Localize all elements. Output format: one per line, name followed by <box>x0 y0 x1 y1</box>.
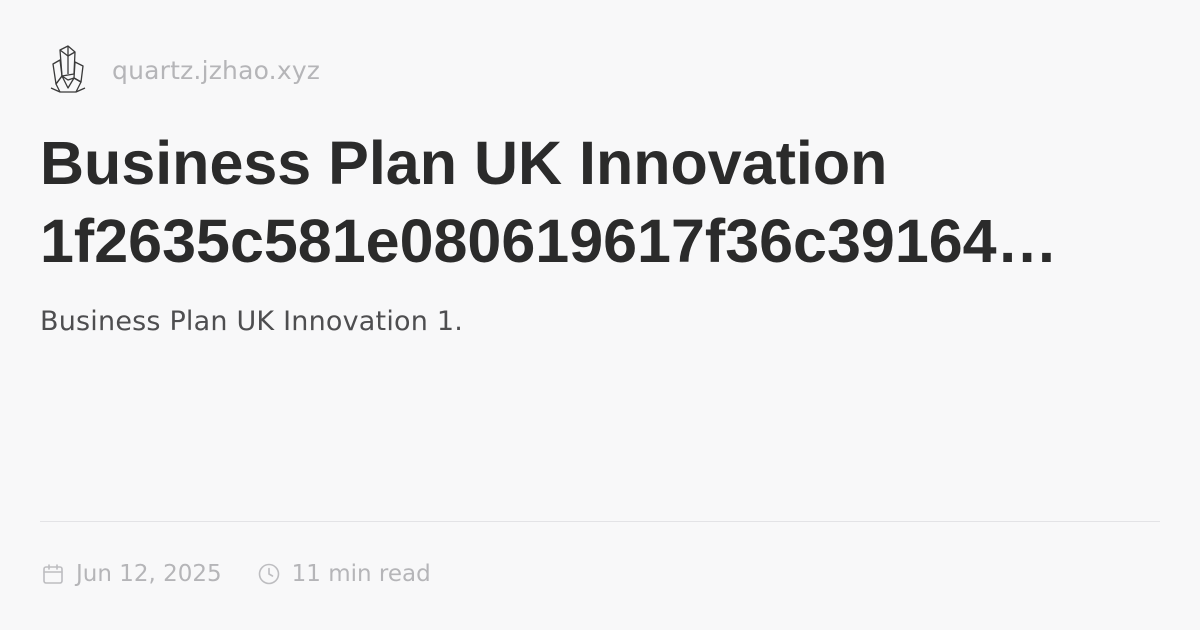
reading-time-item: 11 min read <box>256 561 431 587</box>
site-header: quartz.jzhao.xyz <box>46 40 320 100</box>
page-meta: Jun 12, 2025 11 min read <box>40 556 465 592</box>
page-title: Business Plan UK Innovation 1f2635c581e0… <box>40 124 1160 280</box>
publish-date: Jun 12, 2025 <box>76 561 222 587</box>
clock-icon <box>256 561 282 587</box>
crystal-icon[interactable] <box>46 42 90 98</box>
divider <box>40 521 1160 522</box>
reading-time: 11 min read <box>291 561 431 587</box>
title-line-2: 1f2635c581e080619617f36c39164… <box>40 207 1058 275</box>
page-description: Business Plan UK Innovation 1. <box>40 306 464 337</box>
title-line-1: Business Plan UK Innovation <box>40 129 888 197</box>
site-url[interactable]: quartz.jzhao.xyz <box>112 56 320 85</box>
calendar-icon <box>40 561 66 587</box>
date-item: Jun 12, 2025 <box>40 561 222 587</box>
